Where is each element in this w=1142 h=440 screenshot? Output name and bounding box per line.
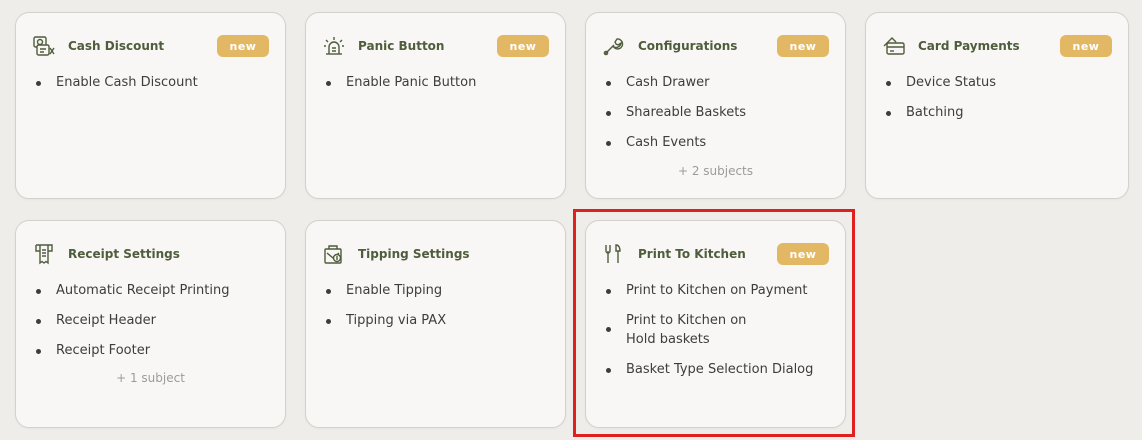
card-header: Tipping Settings xyxy=(322,241,549,267)
subject-item[interactable]: Enable Cash Discount xyxy=(34,73,271,92)
more-subjects-link[interactable]: + 2 subjects xyxy=(586,164,845,178)
subject-item[interactable]: Print to Kitchen on Payment xyxy=(604,281,825,300)
card-title: Tipping Settings xyxy=(358,247,470,261)
card-header: Card Payments new xyxy=(882,33,1112,59)
subject-item[interactable]: Shareable Baskets xyxy=(604,103,831,122)
subject-item[interactable]: Cash Drawer xyxy=(604,73,831,92)
card-title: Card Payments xyxy=(918,39,1020,53)
subject-list: Device Status Batching xyxy=(884,73,1114,133)
card-header: Print To Kitchen new xyxy=(602,241,829,267)
card-title: Configurations xyxy=(638,39,738,53)
subject-list: Enable Panic Button xyxy=(324,73,551,103)
subject-list: Print to Kitchen on Payment Print to Kit… xyxy=(604,281,825,390)
wrench-icon xyxy=(602,33,630,59)
new-badge: new xyxy=(777,243,829,265)
new-badge: new xyxy=(1060,35,1112,57)
cash-discount-icon xyxy=(32,33,60,59)
card-title: Cash Discount xyxy=(68,39,165,53)
card-title: Panic Button xyxy=(358,39,445,53)
subject-list: Enable Tipping Tipping via PAX xyxy=(324,281,551,341)
card-card-payments[interactable]: Card Payments new Device Status Batching xyxy=(865,12,1129,199)
panic-button-icon xyxy=(322,33,350,59)
subject-item[interactable]: Device Status xyxy=(884,73,1114,92)
card-header: Receipt Settings xyxy=(32,241,269,267)
receipt-icon xyxy=(32,241,60,267)
new-badge: new xyxy=(217,35,269,57)
subject-item[interactable]: Receipt Footer xyxy=(34,341,271,360)
subject-list: Enable Cash Discount xyxy=(34,73,271,103)
card-receipt-settings[interactable]: Receipt Settings Automatic Receipt Print… xyxy=(15,220,286,428)
subject-item[interactable]: Automatic Receipt Printing xyxy=(34,281,271,300)
card-print-to-kitchen[interactable]: Print To Kitchen new Print to Kitchen on… xyxy=(585,220,846,428)
card-title: Print To Kitchen xyxy=(638,247,746,261)
card-cash-discount[interactable]: Cash Discount new Enable Cash Discount xyxy=(15,12,286,199)
card-payment-icon xyxy=(882,33,910,59)
subject-item[interactable]: Tipping via PAX xyxy=(324,311,551,330)
card-title: Receipt Settings xyxy=(68,247,180,261)
subject-item[interactable]: Basket Type Selection Dialog xyxy=(604,360,825,379)
subject-item[interactable]: Print to Kitchen on Hold baskets xyxy=(604,311,779,349)
new-badge: new xyxy=(497,35,549,57)
kitchen-utensils-icon xyxy=(602,241,630,267)
card-tipping-settings[interactable]: Tipping Settings Enable Tipping Tipping … xyxy=(305,220,566,428)
card-panic-button[interactable]: Panic Button new Enable Panic Button xyxy=(305,12,566,199)
tipping-icon xyxy=(322,241,350,267)
card-header: Configurations new xyxy=(602,33,829,59)
subject-item[interactable]: Receipt Header xyxy=(34,311,271,330)
subject-item[interactable]: Enable Panic Button xyxy=(324,73,551,92)
card-configurations[interactable]: Configurations new Cash Drawer Shareable… xyxy=(585,12,846,199)
more-subjects-link[interactable]: + 1 subject xyxy=(16,371,285,385)
card-header: Cash Discount new xyxy=(32,33,269,59)
subject-item[interactable]: Cash Events xyxy=(604,133,831,152)
card-header: Panic Button new xyxy=(322,33,549,59)
subject-item[interactable]: Enable Tipping xyxy=(324,281,551,300)
subject-list: Automatic Receipt Printing Receipt Heade… xyxy=(34,281,271,371)
subject-item[interactable]: Batching xyxy=(884,103,1114,122)
new-badge: new xyxy=(777,35,829,57)
subject-list: Cash Drawer Shareable Baskets Cash Event… xyxy=(604,73,831,163)
